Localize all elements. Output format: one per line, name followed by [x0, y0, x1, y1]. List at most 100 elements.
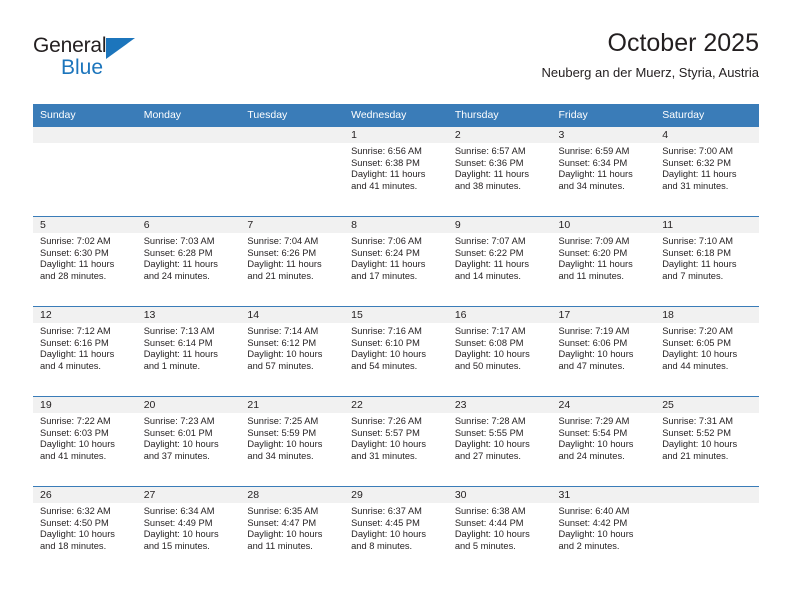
day-number: 10 [551, 217, 656, 233]
sunrise-text: Sunrise: 7:02 AM [40, 236, 111, 246]
calendar-day-cell[interactable]: 18 Sunrise: 7:20 AM Sunset: 6:05 PM Dayligh… [655, 306, 759, 397]
day-cell-inner: 19 Sunrise: 7:22 AM Sunset: 6:03 PM Dayligh… [33, 397, 137, 486]
day-details: Sunrise: 6:59 AM Sunset: 6:34 PM Daylight:… [552, 143, 656, 192]
calendar-empty-cell [33, 126, 137, 217]
calendar-day-cell[interactable]: 15 Sunrise: 7:16 AM Sunset: 6:10 PM Dayligh… [344, 306, 448, 397]
day-cell-inner: 24 Sunrise: 7:29 AM Sunset: 5:54 PM Dayligh… [551, 397, 656, 486]
day-details: Sunrise: 7:16 AM Sunset: 6:10 PM Daylight:… [344, 323, 448, 372]
daylight-text-line2: and 54 minutes. [351, 360, 418, 371]
daylight-text-line1: Daylight: 11 hours [558, 259, 633, 270]
calendar-day-cell[interactable]: 28 Sunrise: 6:35 AM Sunset: 4:47 PM Dayligh… [240, 486, 345, 577]
calendar-day-cell[interactable]: 6 Sunrise: 7:03 AM Sunset: 6:28 PM Daylight… [136, 216, 241, 307]
calendar-day-cell[interactable]: 19 Sunrise: 7:22 AM Sunset: 6:03 PM Dayligh… [33, 396, 137, 487]
calendar-day-cell[interactable]: 8 Sunrise: 7:06 AM Sunset: 6:24 PM Daylight… [344, 216, 448, 307]
daylight-text-line1: Daylight: 10 hours [247, 439, 323, 450]
sunrise-text: Sunrise: 7:14 AM [247, 326, 319, 336]
day-number: 20 [136, 397, 241, 413]
daylight-text-line1: Daylight: 10 hours [558, 439, 634, 450]
day-cell-inner: 18 Sunrise: 7:20 AM Sunset: 6:05 PM Dayligh… [655, 307, 759, 396]
daylight-text-line1: Daylight: 11 hours [351, 259, 426, 270]
weekday-header-wednesday: Wednesday [344, 104, 448, 127]
sunset-text: Sunset: 4:44 PM [454, 517, 524, 528]
calendar-day-cell[interactable]: 16 Sunrise: 7:17 AM Sunset: 6:08 PM Dayligh… [447, 306, 552, 397]
day-details: Sunrise: 7:23 AM Sunset: 6:01 PM Daylight:… [137, 413, 241, 462]
calendar-day-cell[interactable]: 21 Sunrise: 7:25 AM Sunset: 5:59 PM Dayligh… [240, 396, 345, 487]
day-number: 5 [33, 217, 137, 233]
day-details: Sunrise: 7:03 AM Sunset: 6:28 PM Daylight:… [137, 233, 241, 282]
calendar-day-cell[interactable]: 20 Sunrise: 7:23 AM Sunset: 6:01 PM Dayligh… [136, 396, 241, 487]
calendar-day-cell[interactable]: 17 Sunrise: 7:19 AM Sunset: 6:06 PM Dayligh… [551, 306, 656, 397]
calendar-day-cell[interactable]: 23 Sunrise: 7:28 AM Sunset: 5:55 PM Dayligh… [447, 396, 552, 487]
day-number: 11 [655, 217, 759, 233]
day-details: Sunrise: 7:09 AM Sunset: 6:20 PM Daylight:… [552, 233, 656, 282]
calendar-day-cell[interactable]: 7 Sunrise: 7:04 AM Sunset: 6:26 PM Daylight… [240, 216, 345, 307]
day-details: Sunrise: 7:00 AM Sunset: 6:32 PM Daylight:… [655, 143, 759, 192]
calendar-empty-cell [136, 126, 241, 217]
calendar-day-cell[interactable]: 2 Sunrise: 6:57 AM Sunset: 6:36 PM Daylight… [447, 126, 552, 217]
day-details: Sunrise: 7:31 AM Sunset: 5:52 PM Daylight:… [655, 413, 759, 462]
day-number: 1 [344, 127, 448, 143]
sunrise-text: Sunrise: 7:31 AM [662, 416, 734, 426]
calendar-day-cell[interactable]: 11 Sunrise: 7:10 AM Sunset: 6:18 PM Dayligh… [655, 216, 759, 307]
calendar-day-cell[interactable]: 13 Sunrise: 7:13 AM Sunset: 6:14 PM Dayligh… [136, 306, 241, 397]
sunrise-text: Sunrise: 7:19 AM [558, 326, 630, 336]
calendar-day-cell[interactable]: 9 Sunrise: 7:07 AM Sunset: 6:22 PM Daylight… [447, 216, 552, 307]
calendar-day-cell[interactable]: 14 Sunrise: 7:14 AM Sunset: 6:12 PM Dayligh… [240, 306, 345, 397]
calendar-day-cell[interactable]: 29 Sunrise: 6:37 AM Sunset: 4:45 PM Dayligh… [344, 486, 448, 577]
day-details: Sunrise: 7:10 AM Sunset: 6:18 PM Daylight:… [655, 233, 759, 282]
calendar-day-cell[interactable]: 31 Sunrise: 6:40 AM Sunset: 4:42 PM Dayligh… [551, 486, 656, 577]
sunset-text: Sunset: 6:05 PM [662, 337, 731, 348]
sunrise-text: Sunrise: 7:22 AM [40, 416, 111, 426]
day-cell-inner: 17 Sunrise: 7:19 AM Sunset: 6:06 PM Dayligh… [551, 307, 656, 396]
calendar-day-cell[interactable]: 24 Sunrise: 7:29 AM Sunset: 5:54 PM Dayligh… [551, 396, 656, 487]
sunset-text: Sunset: 4:47 PM [247, 517, 317, 528]
daylight-text-line2: and 34 minutes. [247, 450, 314, 461]
sunset-text: Sunset: 6:22 PM [454, 247, 524, 258]
day-cell-inner: 9 Sunrise: 7:07 AM Sunset: 6:22 PM Daylight… [447, 217, 552, 306]
day-cell-inner [240, 127, 345, 216]
calendar-day-cell[interactable]: 3 Sunrise: 6:59 AM Sunset: 6:34 PM Daylight… [551, 126, 656, 217]
day-cell-inner: 13 Sunrise: 7:13 AM Sunset: 6:14 PM Dayligh… [136, 307, 241, 396]
calendar-day-cell[interactable]: 25 Sunrise: 7:31 AM Sunset: 5:52 PM Dayligh… [655, 396, 759, 487]
sunset-text: Sunset: 5:55 PM [454, 427, 524, 438]
day-details: Sunrise: 7:22 AM Sunset: 6:03 PM Daylight:… [33, 413, 137, 462]
daylight-text-line2: and 47 minutes. [558, 360, 625, 371]
daylight-text-line2: and 11 minutes. [247, 540, 313, 551]
daylight-text-line1: Daylight: 11 hours [247, 259, 322, 270]
sunset-text: Sunset: 6:08 PM [454, 337, 524, 348]
calendar-day-cell[interactable]: 30 Sunrise: 6:38 AM Sunset: 4:44 PM Dayligh… [447, 486, 552, 577]
day-cell-inner: 5 Sunrise: 7:02 AM Sunset: 6:30 PM Daylight… [33, 217, 137, 306]
daylight-text-line2: and 38 minutes. [454, 180, 521, 191]
day-number: 31 [551, 487, 656, 503]
day-number [655, 487, 759, 503]
daylight-text-line1: Daylight: 11 hours [143, 259, 218, 270]
calendar-day-cell[interactable]: 27 Sunrise: 6:34 AM Sunset: 4:49 PM Dayligh… [136, 486, 241, 577]
calendar-day-cell[interactable]: 1 Sunrise: 6:56 AM Sunset: 6:38 PM Daylight… [344, 126, 448, 217]
calendar-day-cell[interactable]: 12 Sunrise: 7:12 AM Sunset: 6:16 PM Dayligh… [33, 306, 137, 397]
daylight-text-line1: Daylight: 10 hours [454, 529, 530, 540]
brand-logo[interactable]: General Blue [33, 34, 233, 86]
weekday-header-saturday: Saturday [655, 104, 759, 127]
day-details: Sunrise: 6:35 AM Sunset: 4:47 PM Daylight:… [240, 503, 344, 552]
daylight-text-line2: and 1 minute. [143, 360, 201, 371]
sunset-text: Sunset: 6:38 PM [351, 157, 420, 168]
calendar-day-cell[interactable]: 4 Sunrise: 7:00 AM Sunset: 6:32 PM Daylight… [655, 126, 759, 217]
daylight-text-line2: and 27 minutes. [454, 450, 521, 461]
daylight-text-line2: and 4 minutes. [40, 360, 101, 371]
sunrise-text: Sunrise: 7:20 AM [662, 326, 734, 336]
daylight-text-line2: and 37 minutes. [143, 450, 210, 461]
daylight-text-line1: Daylight: 11 hours [40, 349, 115, 360]
calendar-day-cell[interactable]: 10 Sunrise: 7:09 AM Sunset: 6:20 PM Dayligh… [551, 216, 656, 307]
day-number: 2 [447, 127, 552, 143]
daylight-text-line1: Daylight: 10 hours [351, 349, 427, 360]
calendar-day-cell[interactable]: 22 Sunrise: 7:26 AM Sunset: 5:57 PM Dayligh… [344, 396, 448, 487]
calendar-day-cell[interactable]: 5 Sunrise: 7:02 AM Sunset: 6:30 PM Daylight… [33, 216, 137, 307]
sunrise-text: Sunrise: 6:38 AM [454, 506, 526, 516]
sunset-text: Sunset: 4:45 PM [351, 517, 420, 528]
day-number: 27 [136, 487, 241, 503]
day-number: 18 [655, 307, 759, 323]
day-details: Sunrise: 7:29 AM Sunset: 5:54 PM Daylight:… [552, 413, 656, 462]
sunset-text: Sunset: 6:26 PM [247, 247, 317, 258]
sunrise-text: Sunrise: 6:57 AM [454, 146, 526, 156]
calendar-day-cell[interactable]: 26 Sunrise: 6:32 AM Sunset: 4:50 PM Dayligh… [33, 486, 137, 577]
